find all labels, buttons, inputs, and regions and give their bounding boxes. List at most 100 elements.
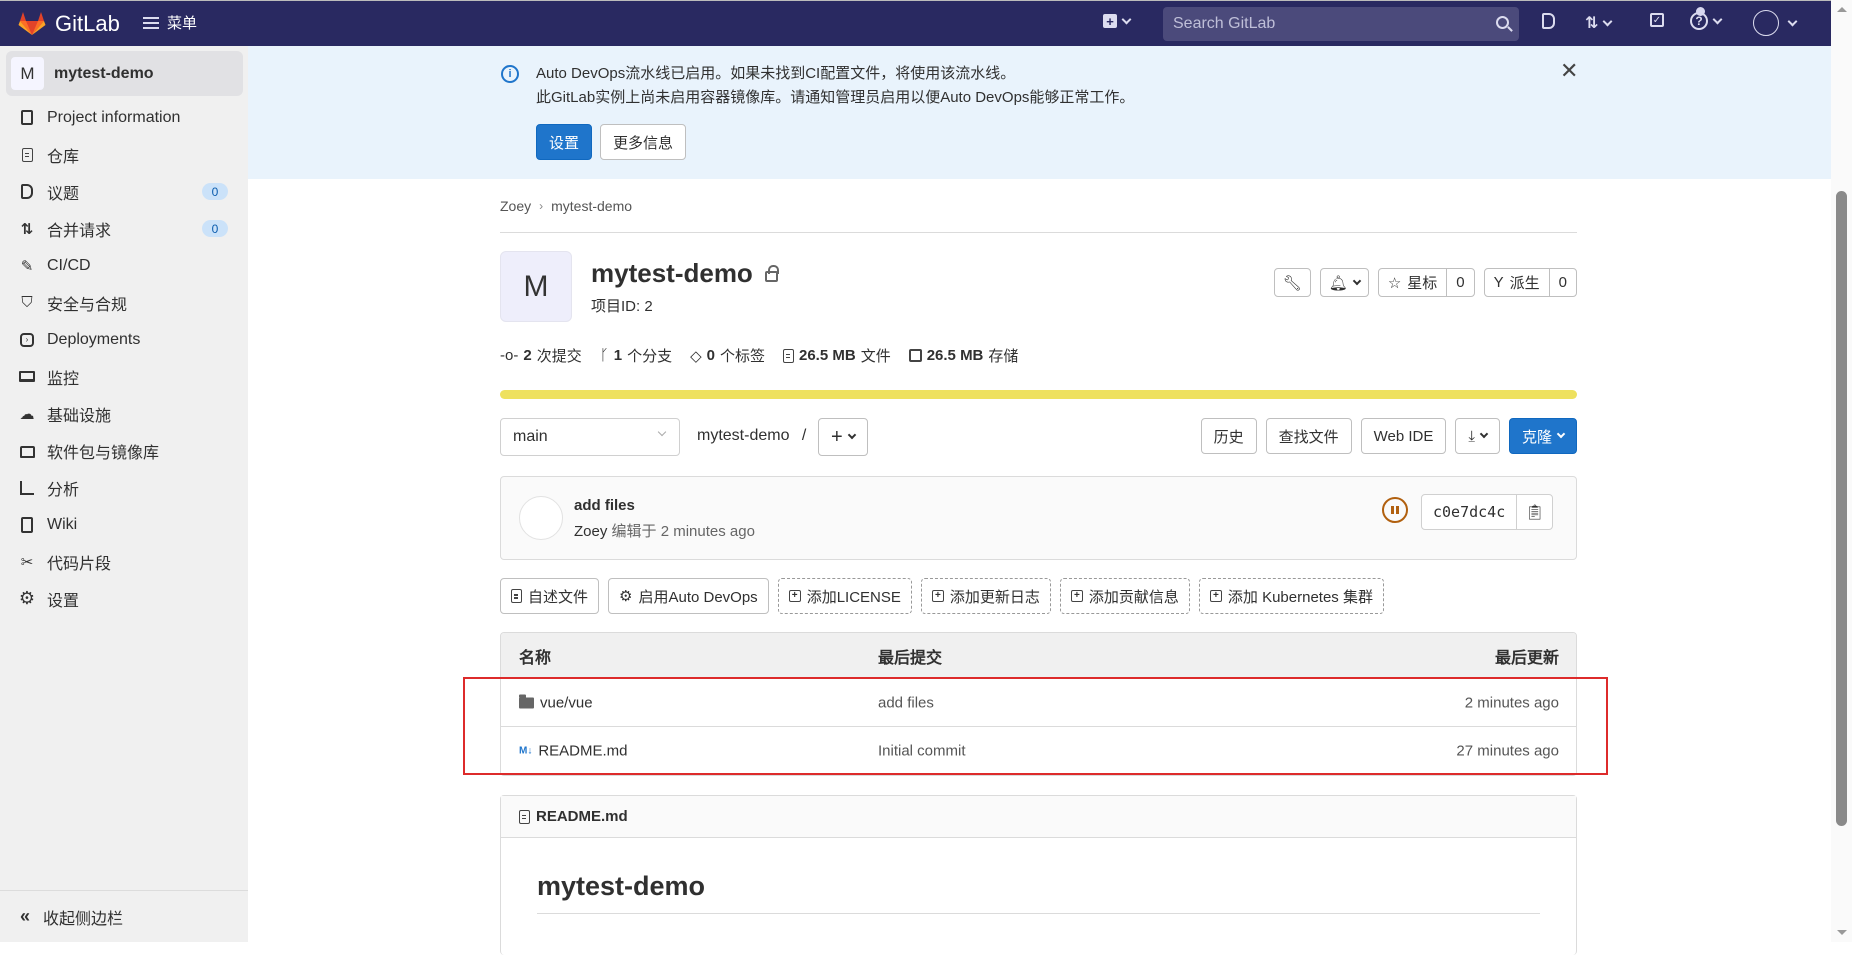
package-icon bbox=[18, 442, 36, 460]
stat-storage[interactable]: 26.5 MB 存储 bbox=[908, 345, 1018, 366]
sidebar-item-packages-registries[interactable]: 软件包与镜像库 bbox=[0, 432, 248, 469]
user-menu-dropdown[interactable] bbox=[1753, 10, 1798, 36]
path-root[interactable]: mytest-demo bbox=[697, 427, 789, 444]
readme-filename[interactable]: README.md bbox=[536, 808, 628, 825]
readme-panel: README.md mytest-demo bbox=[500, 795, 1577, 955]
create-new-dropdown[interactable]: + bbox=[1103, 14, 1132, 28]
scroll-down-arrow-icon[interactable] bbox=[1837, 930, 1847, 935]
sidebar-project-link[interactable]: M mytest-demo bbox=[6, 51, 243, 96]
issues-icon bbox=[18, 183, 36, 201]
tree-controls: main mytest-demo / + 历史 查找文件 Web IDE ⤓ 克… bbox=[500, 418, 1577, 456]
sidebar-item-label: Project information bbox=[47, 108, 181, 126]
clone-dropdown[interactable]: 克隆 bbox=[1508, 418, 1577, 454]
enable-auto-devops-button[interactable]: ⚙ 启用Auto DevOps bbox=[608, 578, 769, 614]
file-icon bbox=[519, 809, 530, 824]
add-changelog-button[interactable]: + 添加更新日志 bbox=[920, 578, 1051, 614]
sidebar-item-merge-requests[interactable]: ⇅ 合并请求 0 bbox=[0, 210, 248, 247]
close-icon[interactable]: ✕ bbox=[1560, 58, 1578, 84]
repository-language-bar[interactable] bbox=[500, 390, 1577, 399]
stat-commits[interactable]: -o- 2 次提交 bbox=[500, 345, 582, 366]
readme-button[interactable]: 自述文件 bbox=[500, 578, 600, 614]
banner-settings-button[interactable]: 设置 bbox=[536, 124, 593, 160]
file-last-commit[interactable]: Initial commit bbox=[878, 743, 966, 760]
pipeline-paused-icon[interactable] bbox=[1382, 497, 1408, 523]
sidebar-item-label: 议题 bbox=[47, 185, 80, 203]
commit-author[interactable]: Zoey bbox=[574, 523, 607, 540]
stat-files[interactable]: 26.5 MB 文件 bbox=[782, 345, 891, 366]
sidebar-item-settings[interactable]: ⚙ 设置 bbox=[0, 580, 248, 617]
scroll-up-arrow-icon[interactable] bbox=[1837, 7, 1847, 12]
add-kubernetes-cluster-button[interactable]: + 添加 Kubernetes 集群 bbox=[1198, 578, 1384, 614]
history-button[interactable]: 历史 bbox=[1200, 418, 1257, 454]
star-count[interactable]: 0 bbox=[1446, 269, 1473, 296]
notification-dropdown[interactable]: 🔔︎ bbox=[1319, 268, 1369, 297]
file-name[interactable]: vue/vue bbox=[540, 694, 593, 711]
page-scrollbar[interactable] bbox=[1831, 0, 1852, 942]
readme-heading: mytest-demo bbox=[537, 871, 706, 901]
sidebar-item-label: 基础设施 bbox=[47, 407, 112, 425]
file-last-updated: 2 minutes ago bbox=[1464, 694, 1559, 711]
sidebar-item-repository[interactable]: 仓库 bbox=[0, 136, 248, 173]
download-dropdown[interactable]: ⤓ bbox=[1455, 418, 1500, 454]
file-icon bbox=[511, 589, 522, 603]
main-menu-button[interactable]: 菜单 bbox=[143, 12, 197, 33]
commit-title[interactable]: add files bbox=[574, 497, 635, 514]
breadcrumb-item[interactable]: Zoey bbox=[500, 198, 531, 214]
chevron-down-icon bbox=[1712, 14, 1723, 24]
copy-clipboard-icon[interactable]: 📋︎ bbox=[1516, 495, 1552, 529]
fork-count[interactable]: 0 bbox=[1548, 269, 1576, 296]
fork-button[interactable]: Y 派生 0 bbox=[1483, 268, 1577, 297]
table-row[interactable]: vue/vue add files 2 minutes ago bbox=[501, 679, 1576, 727]
add-license-button[interactable]: + 添加LICENSE bbox=[777, 578, 912, 614]
banner-message: Auto DevOps流水线已启用。如果未找到CI配置文件，将使用该流水线。 此… bbox=[536, 62, 1134, 110]
star-button[interactable]: ☆ 星标 0 bbox=[1377, 268, 1475, 297]
merge-requests-shortcut[interactable]: ⇅ bbox=[1585, 13, 1613, 33]
web-ide-button[interactable]: Web IDE bbox=[1360, 418, 1447, 454]
plus-square-icon: + bbox=[788, 590, 801, 602]
file-last-commit[interactable]: add files bbox=[878, 694, 934, 711]
sidebar-item-snippets[interactable]: ✂ 代码片段 bbox=[0, 543, 248, 580]
quick-action-label: 添加贡献信息 bbox=[1088, 588, 1179, 606]
breadcrumb-item[interactable]: mytest-demo bbox=[551, 198, 632, 214]
lock-icon bbox=[764, 265, 779, 282]
chevron-down-icon bbox=[1479, 429, 1489, 439]
file-name-cell: vue/vue bbox=[519, 694, 593, 711]
sidebar-item-monitor[interactable]: 监控 bbox=[0, 358, 248, 395]
brand-name[interactable]: GitLab bbox=[55, 11, 120, 37]
issues-shortcut[interactable] bbox=[1542, 13, 1555, 29]
project-avatar-large: M bbox=[500, 251, 572, 322]
add-contributing-button[interactable]: + 添加贡献信息 bbox=[1059, 578, 1190, 614]
table-row[interactable]: M↓ README.md Initial commit 27 minutes ag… bbox=[501, 727, 1576, 775]
monitor-icon bbox=[18, 368, 36, 386]
commit-author-avatar[interactable] bbox=[519, 496, 563, 540]
sidebar-item-deployments[interactable]: › Deployments bbox=[0, 321, 248, 358]
admin-settings-button[interactable]: 🔧︎ bbox=[1273, 268, 1311, 297]
banner-more-info-button[interactable]: 更多信息 bbox=[600, 124, 687, 160]
help-dropdown[interactable]: ? bbox=[1690, 7, 1723, 30]
sidebar-item-infrastructure[interactable]: ☁ 基础设施 bbox=[0, 395, 248, 432]
sidebar-item-analytics[interactable]: 分析 bbox=[0, 469, 248, 506]
todos-shortcut[interactable]: ✓ bbox=[1650, 13, 1664, 27]
collapse-sidebar-button[interactable]: « 收起侧边栏 bbox=[0, 890, 248, 942]
commit-sha[interactable]: c0e7dc4c bbox=[1422, 495, 1516, 529]
scrollbar-thumb[interactable] bbox=[1836, 191, 1847, 826]
sidebar-item-label: 安全与合规 bbox=[47, 296, 128, 314]
find-file-button[interactable]: 查找文件 bbox=[1265, 418, 1352, 454]
sidebar-item-wiki[interactable]: Wiki bbox=[0, 506, 248, 543]
sidebar-item-project-information[interactable]: Project information bbox=[0, 99, 248, 136]
gitlab-logo-icon[interactable] bbox=[18, 10, 46, 36]
stat-value: 2 bbox=[523, 347, 532, 364]
sidebar-item-issues[interactable]: 议题 0 bbox=[0, 173, 248, 210]
search-input[interactable] bbox=[1163, 7, 1519, 41]
plus-icon: + bbox=[831, 426, 843, 448]
commit-meta: Zoey 编辑于 2 minutes ago bbox=[574, 520, 755, 541]
stat-tags[interactable]: ◇ 0 个标签 bbox=[690, 345, 765, 366]
stat-branches[interactable]: ᚴ 1 个分支 bbox=[600, 345, 672, 366]
sidebar-item-ci-cd[interactable]: ✎ CI/CD bbox=[0, 247, 248, 284]
sidebar-item-security-compliance[interactable]: ⛉ 安全与合规 bbox=[0, 284, 248, 321]
add-to-tree-dropdown[interactable]: + bbox=[818, 418, 868, 456]
file-name[interactable]: README.md bbox=[538, 743, 627, 760]
sidebar-item-label: Wiki bbox=[47, 515, 78, 533]
snippet-icon: ✂ bbox=[20, 553, 34, 571]
branch-selector[interactable]: main bbox=[500, 418, 680, 456]
